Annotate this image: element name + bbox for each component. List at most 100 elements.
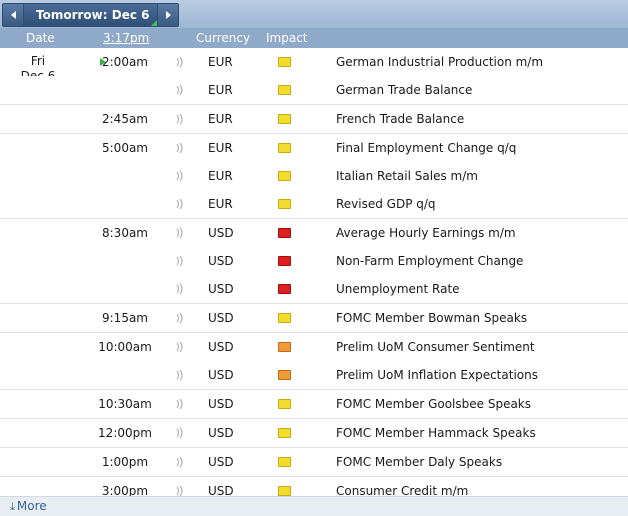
prev-day-button[interactable]	[3, 4, 23, 26]
table-header: Date 3:17pm Currency Impact	[0, 28, 628, 48]
event-currency: USD	[208, 397, 234, 411]
next-day-button[interactable]	[158, 4, 178, 26]
table-row[interactable]: 9:15am USD FOMC Member Bowman Speaks	[0, 303, 628, 332]
event-currency: EUR	[208, 197, 233, 211]
impact-yellow-icon[interactable]	[278, 199, 291, 209]
impact-yellow-icon[interactable]	[278, 143, 291, 153]
event-currency: USD	[208, 340, 234, 354]
impact-red-icon[interactable]	[278, 284, 291, 294]
header-date: Date	[26, 31, 55, 45]
sound-alert-icon[interactable]	[176, 283, 186, 295]
impact-yellow-icon[interactable]	[278, 399, 291, 409]
sound-alert-icon[interactable]	[176, 142, 186, 154]
event-title[interactable]: FOMC Member Goolsbee Speaks	[336, 390, 531, 418]
event-title[interactable]: Italian Retail Sales m/m	[336, 162, 478, 190]
event-title[interactable]: Revised GDP q/q	[336, 190, 436, 218]
sound-alert-icon[interactable]	[176, 84, 186, 96]
event-time: 1:00pm	[101, 455, 149, 469]
event-title[interactable]: Final Employment Change q/q	[336, 134, 516, 162]
event-currency: USD	[208, 368, 234, 382]
event-currency: USD	[208, 254, 234, 268]
sound-alert-icon[interactable]	[176, 56, 186, 68]
date-selector[interactable]: Tomorrow: Dec 6	[23, 4, 159, 26]
sound-alert-icon[interactable]	[176, 113, 186, 125]
table-row[interactable]: 2:45am EUR French Trade Balance	[0, 104, 628, 133]
event-title[interactable]: German Industrial Production m/m	[336, 48, 543, 76]
event-time: 10:00am	[98, 340, 152, 354]
impact-yellow-icon[interactable]	[278, 457, 291, 467]
corner-indicator-icon	[151, 20, 158, 26]
more-link[interactable]: ⤓ More	[10, 497, 47, 516]
chevron-right-icon	[165, 11, 171, 19]
sound-alert-icon[interactable]	[176, 198, 186, 210]
table-row[interactable]: 1:00pm USD FOMC Member Daly Speaks	[0, 447, 628, 476]
event-currency: USD	[208, 426, 234, 440]
event-title[interactable]: Unemployment Rate	[336, 275, 460, 303]
date-selector-label: Tomorrow: Dec 6	[36, 8, 150, 22]
event-time: 9:15am	[102, 311, 148, 325]
header-impact: Impact	[266, 31, 308, 45]
event-title[interactable]: German Trade Balance	[336, 76, 472, 104]
table-row[interactable]: EUR Revised GDP q/q	[0, 190, 628, 218]
download-arrow-icon: ⤓	[10, 500, 15, 513]
sound-alert-icon[interactable]	[176, 398, 186, 410]
header-current-time[interactable]: 3:17pm	[103, 28, 149, 48]
table-row[interactable]: USD Non-Farm Employment Change	[0, 247, 628, 275]
event-title[interactable]: FOMC Member Daly Speaks	[336, 448, 502, 476]
table-row[interactable]: 8:30am USD Average Hourly Earnings m/m	[0, 218, 628, 247]
table-row[interactable]: 10:00am USD Prelim UoM Consumer Sentiment	[0, 332, 628, 361]
sound-alert-icon[interactable]	[176, 369, 186, 381]
table-row[interactable]: USD Unemployment Rate	[0, 275, 628, 303]
event-title[interactable]: Average Hourly Earnings m/m	[336, 219, 516, 247]
event-time: 10:30am	[98, 397, 152, 411]
table-row[interactable]: 12:00pm USD FOMC Member Hammack Speaks	[0, 418, 628, 447]
sound-alert-icon[interactable]	[176, 341, 186, 353]
event-time: 12:00pm	[98, 426, 152, 440]
chevron-left-icon	[10, 11, 16, 19]
table-row[interactable]: EUR German Trade Balance	[0, 76, 628, 104]
event-currency: EUR	[208, 141, 233, 155]
event-title[interactable]: French Trade Balance	[336, 105, 464, 133]
event-currency: EUR	[208, 112, 233, 126]
impact-yellow-icon[interactable]	[278, 486, 291, 496]
impact-yellow-icon[interactable]	[278, 428, 291, 438]
impact-red-icon[interactable]	[278, 228, 291, 238]
impact-yellow-icon[interactable]	[278, 171, 291, 181]
impact-red-icon[interactable]	[278, 256, 291, 266]
event-currency: USD	[208, 282, 234, 296]
date-navigator: Tomorrow: Dec 6	[2, 3, 180, 27]
table-row[interactable]: EUR Italian Retail Sales m/m	[0, 162, 628, 190]
sound-alert-icon[interactable]	[176, 456, 186, 468]
event-currency: USD	[208, 455, 234, 469]
impact-orange-icon[interactable]	[278, 342, 291, 352]
event-currency: EUR	[208, 169, 233, 183]
event-title[interactable]: Prelim UoM Consumer Sentiment	[336, 333, 535, 361]
impact-orange-icon[interactable]	[278, 370, 291, 380]
sound-alert-icon[interactable]	[176, 312, 186, 324]
table-row[interactable]: USD Prelim UoM Inflation Expectations	[0, 361, 628, 389]
table-row[interactable]: FriDec 62:00amEURGerman Industrial Produ…	[0, 48, 628, 83]
more-label: More	[16, 499, 47, 513]
impact-yellow-icon[interactable]	[278, 85, 291, 95]
event-title[interactable]: Prelim UoM Inflation Expectations	[336, 361, 538, 389]
event-time: 2:45am	[102, 112, 148, 126]
sound-alert-icon[interactable]	[176, 227, 186, 239]
impact-yellow-icon[interactable]	[278, 313, 291, 323]
event-title[interactable]: FOMC Member Hammack Speaks	[336, 419, 536, 447]
toolbar: Tomorrow: Dec 6	[0, 0, 628, 29]
event-time: 5:00am	[102, 141, 148, 155]
header-currency: Currency	[196, 31, 251, 45]
impact-yellow-icon[interactable]	[278, 57, 291, 67]
sound-alert-icon[interactable]	[176, 255, 186, 267]
sound-alert-icon[interactable]	[176, 170, 186, 182]
sound-alert-icon[interactable]	[176, 427, 186, 439]
event-title[interactable]: FOMC Member Bowman Speaks	[336, 304, 527, 332]
event-currency: EUR	[208, 83, 233, 97]
event-title[interactable]: Non-Farm Employment Change	[336, 247, 523, 275]
impact-yellow-icon[interactable]	[278, 114, 291, 124]
table-row[interactable]: 5:00am EUR Final Employment Change q/q	[0, 133, 628, 162]
event-time: 2:00am	[102, 55, 148, 69]
footer: ⤓ More	[0, 496, 628, 516]
table-row[interactable]: 10:30am USD FOMC Member Goolsbee Speaks	[0, 389, 628, 418]
calendar-table: FriDec 62:00amEURGerman Industrial Produ…	[0, 48, 628, 505]
